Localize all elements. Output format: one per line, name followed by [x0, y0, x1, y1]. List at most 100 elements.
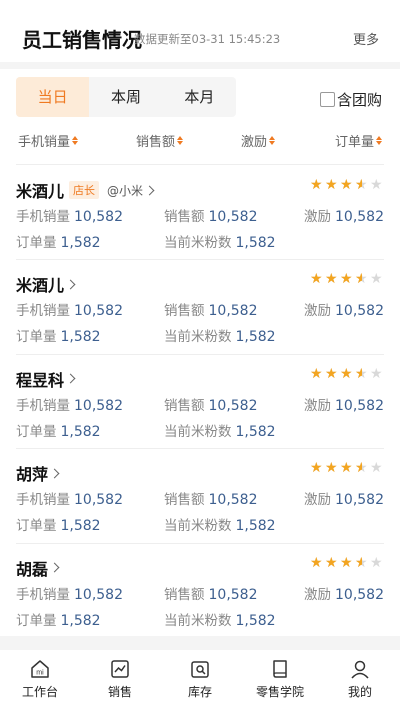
- more-link[interactable]: 更多: [353, 29, 379, 48]
- home-icon: mi: [31, 660, 49, 678]
- star-icon: ★★: [355, 271, 368, 288]
- star-icon: ★★: [355, 460, 368, 477]
- star-icon: ★★: [325, 365, 338, 382]
- metric-orders: 订单量 1,582: [16, 612, 101, 629]
- star-icon: ★★: [340, 554, 353, 571]
- employee-name-row[interactable]: 胡磊: [16, 556, 61, 580]
- star-icon: ★★: [355, 365, 368, 382]
- star-icon: ★★: [370, 177, 383, 193]
- star-icon: ★★: [325, 554, 338, 571]
- star-icon: ★★: [310, 554, 323, 571]
- sort-incentive[interactable]: 激励: [241, 131, 276, 150]
- star-icon: ★★: [325, 460, 338, 477]
- employee-card[interactable]: 程昱科★★★★★★★★★★手机销量10,582销售额10,582激励10,582…: [16, 355, 384, 449]
- tab-today[interactable]: 当日: [16, 77, 90, 117]
- employee-card[interactable]: 胡磊★★★★★★★★★★手机销量10,582销售额10,582激励10,582订…: [16, 544, 384, 638]
- star-icon: ★★: [310, 460, 323, 477]
- metric-fans: 当前米粉数 1,582: [164, 518, 276, 535]
- tabbar-label: 销售: [107, 685, 132, 699]
- tab-this-month[interactable]: 本月: [163, 77, 236, 117]
- tab-this-week[interactable]: 本周: [89, 77, 162, 117]
- sort-arrows-icon: [177, 136, 184, 145]
- sort-sales-amount[interactable]: 销售额: [136, 131, 184, 150]
- metric-sales-amount: 销售额 10,582: [164, 397, 258, 414]
- metric-fans: 当前米粉数 1,582: [164, 329, 276, 346]
- sort-arrows-icon: [376, 136, 382, 145]
- metric-orders: 订单量 1,582: [16, 423, 101, 440]
- sort-label: 手机销量: [18, 135, 71, 150]
- tabbar-mine[interactable]: 我的: [320, 650, 400, 711]
- employee-name: 程昱科: [16, 370, 65, 390]
- star-icon: ★★: [310, 177, 323, 193]
- update-timestamp: 数据更新至03-31 15:45:23: [134, 32, 281, 46]
- metric-phone-sales: 手机销量 10,582: [16, 303, 123, 320]
- chevron-right-icon: [65, 373, 76, 384]
- chevron-right-icon: [144, 185, 155, 195]
- star-icon: ★★: [310, 271, 323, 288]
- svg-text:mi: mi: [36, 670, 44, 677]
- profile-icon: [351, 660, 369, 679]
- star-icon: ★★: [355, 177, 368, 193]
- employee-name: 米酒儿: [16, 182, 65, 201]
- chevron-right-icon: [49, 562, 60, 573]
- sort-orders[interactable]: 订单量: [335, 131, 382, 150]
- sort-arrows-icon: [72, 136, 79, 145]
- metric-orders: 订单量 1,582: [16, 235, 101, 251]
- tabbar-sales[interactable]: 销售: [80, 650, 160, 711]
- metric-orders: 订单量 1,582: [16, 518, 101, 535]
- metric-phone-sales: 手机销量 10,582: [16, 586, 123, 603]
- employee-name: 胡萍: [16, 465, 49, 485]
- chevron-right-icon: [65, 279, 76, 290]
- star-icon: ★★: [325, 271, 338, 288]
- book-icon: [273, 660, 287, 678]
- rating-stars: ★★★★★★★★★★: [309, 461, 384, 475]
- star-icon: ★★: [340, 177, 353, 193]
- star-icon: ★★: [325, 177, 338, 193]
- employee-card[interactable]: 米酒儿店长@小米★★★★★★★★★★手机销量10,582销售额10,582激励1…: [16, 166, 384, 260]
- star-icon: ★★: [370, 460, 383, 477]
- employee-name-row[interactable]: 米酒儿: [16, 272, 77, 296]
- employee-name: 米酒儿: [16, 276, 65, 296]
- metric-incentive: 激励 10,582: [304, 397, 384, 414]
- metric-fans: 当前米粉数 1,582: [164, 423, 276, 440]
- employee-name-row[interactable]: 程昱科: [16, 367, 77, 391]
- employee-card[interactable]: 胡萍★★★★★★★★★★手机销量10,582销售额10,582激励10,582订…: [16, 449, 384, 543]
- divider: [16, 164, 384, 165]
- metric-sales-amount: 销售额 10,582: [164, 209, 258, 225]
- group-buy-checkbox[interactable]: [319, 92, 335, 107]
- sort-label: 激励: [241, 135, 268, 150]
- employee-name-row[interactable]: 米酒儿 店长 @小米: [16, 178, 156, 202]
- tabbar-workbench[interactable]: mi 工作台: [0, 650, 80, 711]
- metric-sales-amount: 销售额 10,582: [164, 586, 258, 603]
- tabbar-retail-academy[interactable]: 零售学院: [240, 650, 320, 711]
- star-icon: ★★: [340, 365, 353, 382]
- inventory-icon: [191, 661, 209, 678]
- metric-incentive: 激励 10,582: [304, 492, 384, 509]
- period-tabs: 当日 本周 本月: [16, 77, 236, 117]
- sort-phone-sales[interactable]: 手机销量: [18, 131, 79, 150]
- section-divider: [0, 62, 400, 69]
- metric-incentive: 激励 10,582: [304, 586, 384, 603]
- sort-header-row: 手机销量 销售额 激励 订单量: [18, 131, 382, 151]
- employee-name-row[interactable]: 胡萍: [16, 461, 61, 485]
- metric-sales-amount: 销售额 10,582: [164, 303, 258, 320]
- page-title: 员工销售情况: [22, 28, 142, 52]
- star-icon: ★★: [355, 554, 368, 571]
- employee-card[interactable]: 米酒儿★★★★★★★★★★手机销量10,582销售额10,582激励10,582…: [16, 260, 384, 354]
- star-icon: ★★: [340, 271, 353, 288]
- metric-phone-sales: 手机销量 10,582: [16, 209, 123, 225]
- employee-handle: @小米: [107, 183, 144, 198]
- tabbar-inventory[interactable]: 库存: [160, 650, 240, 711]
- metric-incentive: 激励 10,582: [304, 303, 384, 320]
- rating-stars: ★★★★★★★★★★: [309, 556, 384, 570]
- metric-phone-sales: 手机销量 10,582: [16, 492, 123, 509]
- rating-stars: ★★★★★★★★★★: [309, 367, 384, 381]
- sort-arrows-icon: [269, 136, 276, 145]
- tabbar-label: 零售学院: [255, 685, 304, 699]
- star-icon: ★★: [370, 554, 383, 571]
- tabbar-divider: [0, 636, 400, 650]
- sort-label: 销售额: [136, 135, 176, 150]
- page-header: 员工销售情况 数据更新至03-31 15:45:23 更多: [0, 0, 400, 62]
- include-group-buy-toggle[interactable]: 含团购: [319, 89, 382, 110]
- chevron-right-icon: [49, 468, 60, 479]
